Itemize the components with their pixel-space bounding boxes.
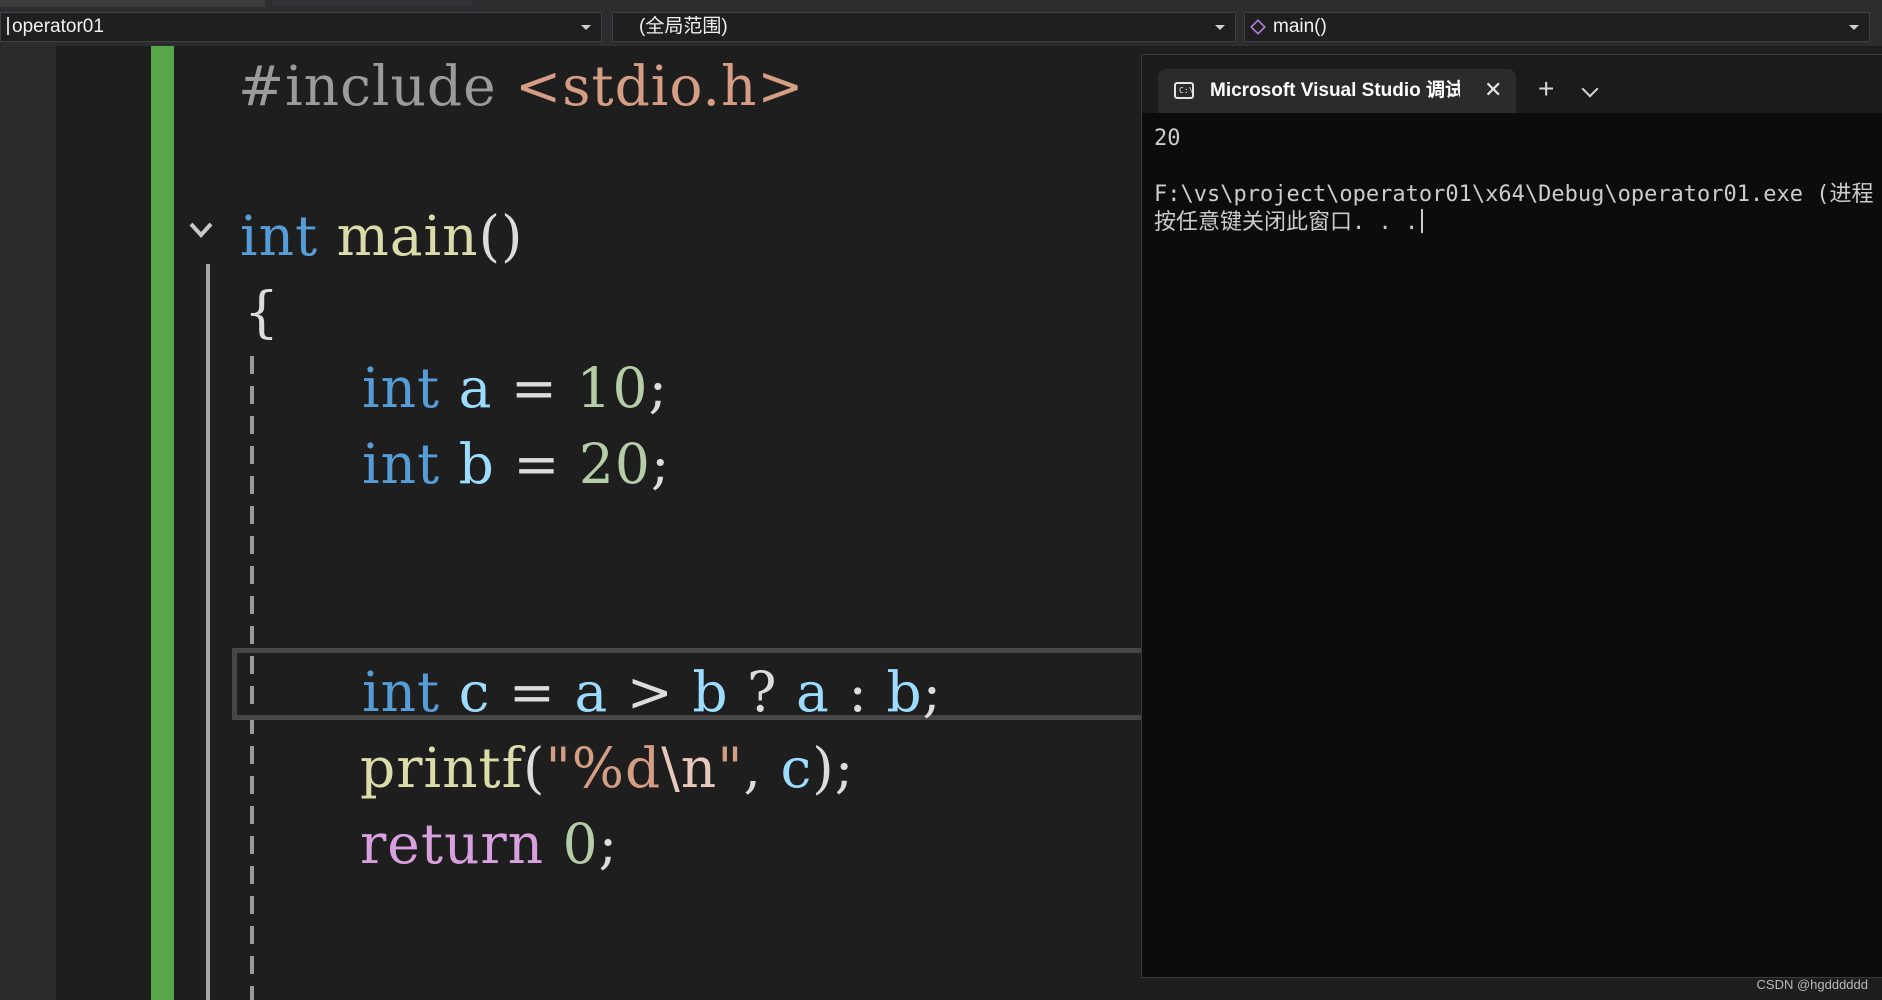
- editor-margin: [0, 46, 56, 1000]
- string-literal-end: ": [717, 736, 744, 800]
- document-tab-strip: [0, 0, 1882, 8]
- navigation-bar: operator01 (全局范围) main(): [0, 8, 1882, 46]
- variable-a: a: [458, 356, 493, 420]
- semicolon: ;: [598, 812, 619, 876]
- scope-guide-line: [206, 264, 210, 1000]
- variable-a: a: [796, 660, 830, 724]
- keyword-int: int: [362, 356, 441, 420]
- console-titlebar: C:\ Microsoft Visual Studio 调试控制台 ✕ +: [1142, 55, 1882, 113]
- variable-a: a: [574, 660, 609, 724]
- semicolon: ;: [922, 660, 943, 724]
- method-cube-icon: [1250, 19, 1266, 35]
- string-literal: "%d: [545, 736, 662, 800]
- semicolon: ;: [650, 432, 671, 496]
- code-line-include: #include <stdio.h>: [238, 48, 805, 124]
- escape-sequence: \n: [661, 736, 718, 800]
- debug-console-window[interactable]: C:\ Microsoft Visual Studio 调试控制台 ✕ + 20…: [1141, 54, 1882, 978]
- variable-b: b: [886, 660, 923, 724]
- variable-c: c: [458, 660, 491, 724]
- member-label: main(): [1273, 16, 1327, 37]
- plus-icon[interactable]: +: [1538, 75, 1554, 103]
- open-brace: {: [244, 280, 280, 344]
- scope-label: (全局范围): [639, 16, 728, 37]
- change-tracking-bar: [151, 46, 174, 1000]
- number-literal: 10: [576, 356, 649, 420]
- number-literal: 20: [578, 432, 651, 496]
- variable-b: b: [692, 660, 729, 724]
- code-line-return: return 0;: [360, 806, 618, 882]
- console-output-prompt: 按任意键关闭此窗口. . .: [1154, 209, 1424, 237]
- project-dropdown[interactable]: operator01: [0, 12, 602, 42]
- operator: =: [510, 356, 558, 420]
- operator: :: [848, 660, 868, 724]
- function-call: printf: [360, 736, 523, 800]
- include-header: <stdio.h>: [515, 54, 805, 118]
- chevron-down-icon: [1215, 25, 1225, 30]
- chevron-down-icon: [581, 25, 591, 30]
- semicolon: ;: [648, 356, 668, 420]
- keyword-int: int: [240, 204, 319, 268]
- code-line-b: int b = 20;: [362, 426, 670, 502]
- operator: =: [513, 432, 561, 496]
- scope-dropdown[interactable]: (全局范围): [612, 12, 1236, 42]
- console-output-line: 20: [1154, 126, 1181, 151]
- number-literal: 0: [562, 812, 599, 876]
- project-marker: [7, 17, 9, 35]
- operator: ?: [747, 660, 778, 724]
- console-prompt-text: 按任意键关闭此窗口. . .: [1154, 210, 1419, 235]
- chevron-down-icon[interactable]: [1581, 80, 1599, 98]
- include-directive: #include: [238, 54, 497, 118]
- variable-b: b: [458, 432, 495, 496]
- code-line-printf: printf("%d\n", c);: [360, 730, 854, 806]
- member-dropdown[interactable]: main(): [1244, 12, 1870, 42]
- paren-close: );: [812, 736, 855, 800]
- keyword-return: return: [360, 812, 545, 876]
- document-tab[interactable]: [272, 0, 472, 7]
- keyword-int: int: [362, 432, 441, 496]
- console-app-icon: C:\: [1174, 82, 1194, 99]
- fold-chevron-icon[interactable]: [188, 218, 214, 244]
- variable-c: c: [780, 736, 813, 800]
- parens: (): [478, 204, 524, 268]
- operator: >: [626, 660, 674, 724]
- paren-open: (: [522, 736, 546, 800]
- code-line-a: int a = 10;: [362, 350, 668, 426]
- code-line-open-brace: {: [244, 274, 280, 350]
- keyword-int: int: [362, 660, 441, 724]
- operator: =: [508, 660, 556, 724]
- comma: ,: [743, 736, 762, 800]
- console-tab[interactable]: C:\ Microsoft Visual Studio 调试控制台 ✕: [1158, 69, 1516, 113]
- console-tab-title: Microsoft Visual Studio 调试控制台: [1210, 80, 1460, 101]
- chevron-down-icon: [1849, 25, 1859, 30]
- watermark: CSDN @hgdddddd: [1756, 977, 1868, 992]
- function-name: main: [336, 204, 479, 268]
- text-cursor: [1421, 209, 1424, 233]
- close-icon[interactable]: ✕: [1484, 77, 1502, 103]
- project-label: operator01: [12, 16, 104, 37]
- document-tab-active[interactable]: [0, 0, 265, 7]
- console-output-line: F:\vs\project\operator01\x64\Debug\opera…: [1154, 182, 1874, 207]
- code-line-main: int main(): [240, 198, 524, 274]
- code-line-ternary: int c = a > b ? a : b;: [362, 654, 942, 730]
